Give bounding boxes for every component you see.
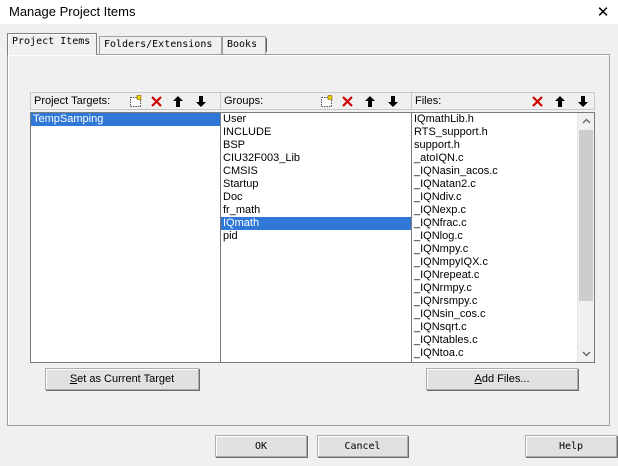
list-item[interactable]: BSP [221, 139, 412, 152]
delete-target-button[interactable] [148, 94, 164, 109]
tab-books[interactable]: Books [222, 36, 266, 54]
groups-label: Groups: [224, 95, 264, 107]
list-item[interactable]: _atoIQN.c [412, 152, 577, 165]
files-header: Files: [411, 92, 595, 110]
delete-icon [341, 96, 353, 107]
project-targets-header: Project Targets: [30, 92, 222, 110]
new-icon [129, 95, 141, 107]
files-scrollbar[interactable] [577, 113, 594, 362]
move-up-icon [555, 96, 565, 107]
chevron-down-icon [582, 351, 590, 357]
list-item[interactable]: TempSamping [31, 113, 221, 126]
list-item[interactable]: User [221, 113, 412, 126]
add-files-label: Add Files... [474, 373, 530, 385]
list-item[interactable]: Doc [221, 191, 412, 204]
list-item[interactable]: _IQNlog.c [412, 230, 577, 243]
list-item[interactable]: _IQNsin_cos.c [412, 308, 577, 321]
list-item[interactable]: IQmathLib.h [412, 113, 577, 126]
ok-button[interactable]: OK [215, 435, 307, 457]
move-down-icon [578, 96, 588, 107]
cancel-label: Cancel [344, 440, 381, 452]
new-group-button[interactable] [318, 94, 334, 109]
list-item[interactable]: _IQNtoa.c [412, 347, 577, 360]
move-file-up-button[interactable] [552, 94, 568, 109]
groups-list: User INCLUDE BSP CIU32F003_Lib CMSIS Sta… [220, 112, 413, 363]
set-current-target-label: Set as Current Target [69, 373, 175, 385]
add-files-button[interactable]: Add Files... [426, 368, 578, 390]
list-item[interactable]: _IQNrmpy.c [412, 282, 577, 295]
tab-project-items[interactable]: Project Items [7, 33, 97, 55]
list-item[interactable]: _IQNatan2.c [412, 178, 577, 191]
move-down-icon [388, 96, 398, 107]
cancel-button[interactable]: Cancel [317, 435, 408, 457]
project-targets-list: TempSamping [30, 112, 222, 363]
move-down-icon [196, 96, 206, 107]
window-title: Manage Project Items [9, 4, 136, 19]
list-item[interactable]: RTS_support.h [412, 126, 577, 139]
scroll-thumb[interactable] [579, 130, 593, 301]
list-item[interactable]: _IQNmpy.c [412, 243, 577, 256]
chevron-up-icon [582, 118, 590, 124]
set-current-target-button[interactable]: Set as Current Target [45, 368, 199, 390]
list-item[interactable]: _IQNfrac.c [412, 217, 577, 230]
list-item[interactable]: support.h [412, 139, 577, 152]
help-label: Help [558, 440, 584, 452]
new-target-button[interactable] [127, 94, 143, 109]
move-up-icon [173, 96, 183, 107]
title-bar: Manage Project Items ✕ [0, 0, 618, 24]
project-targets-pane: Project Targets: TempSamping [30, 92, 222, 363]
list-item[interactable]: _IQNexp.c [412, 204, 577, 217]
list-item[interactable]: IQmath [221, 217, 412, 230]
files-list-items: IQmathLib.h RTS_support.h support.h _ato… [412, 113, 577, 360]
list-item[interactable]: pid [221, 230, 412, 243]
ok-label: OK [254, 440, 268, 452]
tab-label: Books [227, 39, 258, 50]
move-up-icon [365, 96, 375, 107]
files-label: Files: [415, 95, 442, 107]
help-button[interactable]: Help [525, 435, 617, 457]
move-file-down-button[interactable] [575, 94, 591, 109]
move-group-up-button[interactable] [362, 94, 378, 109]
groups-pane: Groups: User INCLUDE BSP CIU32F003_Lib C… [220, 92, 413, 363]
move-target-down-button[interactable] [193, 94, 209, 109]
list-item[interactable]: INCLUDE [221, 126, 412, 139]
delete-file-button[interactable] [529, 94, 545, 109]
groups-header: Groups: [220, 92, 413, 110]
delete-group-button[interactable] [339, 94, 355, 109]
move-target-up-button[interactable] [170, 94, 186, 109]
list-item[interactable]: _IQNdiv.c [412, 191, 577, 204]
tab-label: Folders/Extensions [104, 39, 213, 50]
tab-folders-extensions[interactable]: Folders/Extensions [99, 36, 222, 54]
list-item[interactable]: CMSIS [221, 165, 412, 178]
files-list: IQmathLib.h RTS_support.h support.h _ato… [411, 112, 595, 363]
list-item[interactable]: _IQNtables.c [412, 334, 577, 347]
new-icon [320, 95, 332, 107]
close-icon: ✕ [596, 4, 610, 21]
tab-divider [266, 38, 267, 52]
project-targets-label: Project Targets: [34, 95, 111, 107]
list-item[interactable]: _IQNsqrt.c [412, 321, 577, 334]
close-button[interactable]: ✕ [590, 0, 616, 24]
project-items-panel: Project Targets: TempSamping Groups: Use… [7, 54, 610, 426]
delete-icon [531, 96, 543, 107]
delete-icon [150, 96, 162, 107]
scroll-down-button[interactable] [578, 346, 594, 362]
list-item[interactable]: _IQNasin_acos.c [412, 165, 577, 178]
list-item[interactable]: CIU32F003_Lib [221, 152, 412, 165]
list-item[interactable]: _IQNmpyIQX.c [412, 256, 577, 269]
move-group-down-button[interactable] [385, 94, 401, 109]
list-item[interactable]: _IQNrepeat.c [412, 269, 577, 282]
scroll-up-button[interactable] [578, 113, 594, 129]
list-item[interactable]: Startup [221, 178, 412, 191]
list-item[interactable]: _IQNrsmpy.c [412, 295, 577, 308]
tab-label: Project Items [12, 36, 91, 47]
files-pane: Files: IQmathLib.h RTS_support.h support… [411, 92, 595, 363]
list-item[interactable]: fr_math [221, 204, 412, 217]
manage-project-items-dialog: Manage Project Items ✕ Project Items Fol… [0, 0, 618, 466]
